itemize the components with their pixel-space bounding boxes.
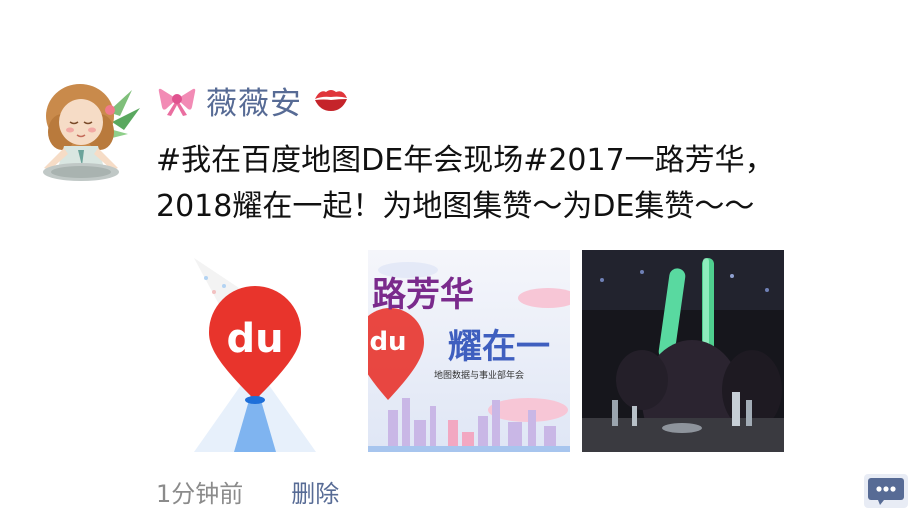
post-image-1[interactable]: du [154, 250, 356, 452]
post-text: #我在百度地图DE年会现场#2017一路芳华， 2018耀在一起！为地图集赞～为… [156, 138, 896, 230]
image-badge: du [226, 316, 283, 362]
poster-title-line: 耀在一 [448, 327, 550, 367]
comment-button[interactable] [864, 474, 908, 508]
author-row: 薇薇安 [158, 78, 350, 122]
post-text-line: #我在百度地图DE年会现场#2017一路芳华， [156, 143, 775, 178]
image-badge: du [369, 327, 406, 357]
ribbon-bow-icon [158, 83, 196, 117]
comment-dots-icon [868, 478, 904, 505]
poster-subtitle: 地图数据与事业部年会 [434, 369, 524, 381]
delete-button[interactable]: 删除 [291, 474, 339, 509]
avatar[interactable] [20, 72, 142, 184]
post-image-2[interactable]: du 路芳华 耀在一 地图数据与事业部年会 [368, 250, 570, 452]
post-image-3[interactable] [582, 250, 784, 452]
kiss-lips-icon [312, 83, 350, 117]
post-text-line: 2018耀在一起！为地图集赞～为DE集赞～～ [156, 189, 755, 224]
author-name[interactable]: 薇薇安 [206, 78, 302, 123]
poster-title-line: 路芳华 [372, 275, 474, 315]
post-footer: 1分钟前 删除 [156, 474, 339, 508]
timestamp: 1分钟前 [156, 479, 244, 508]
